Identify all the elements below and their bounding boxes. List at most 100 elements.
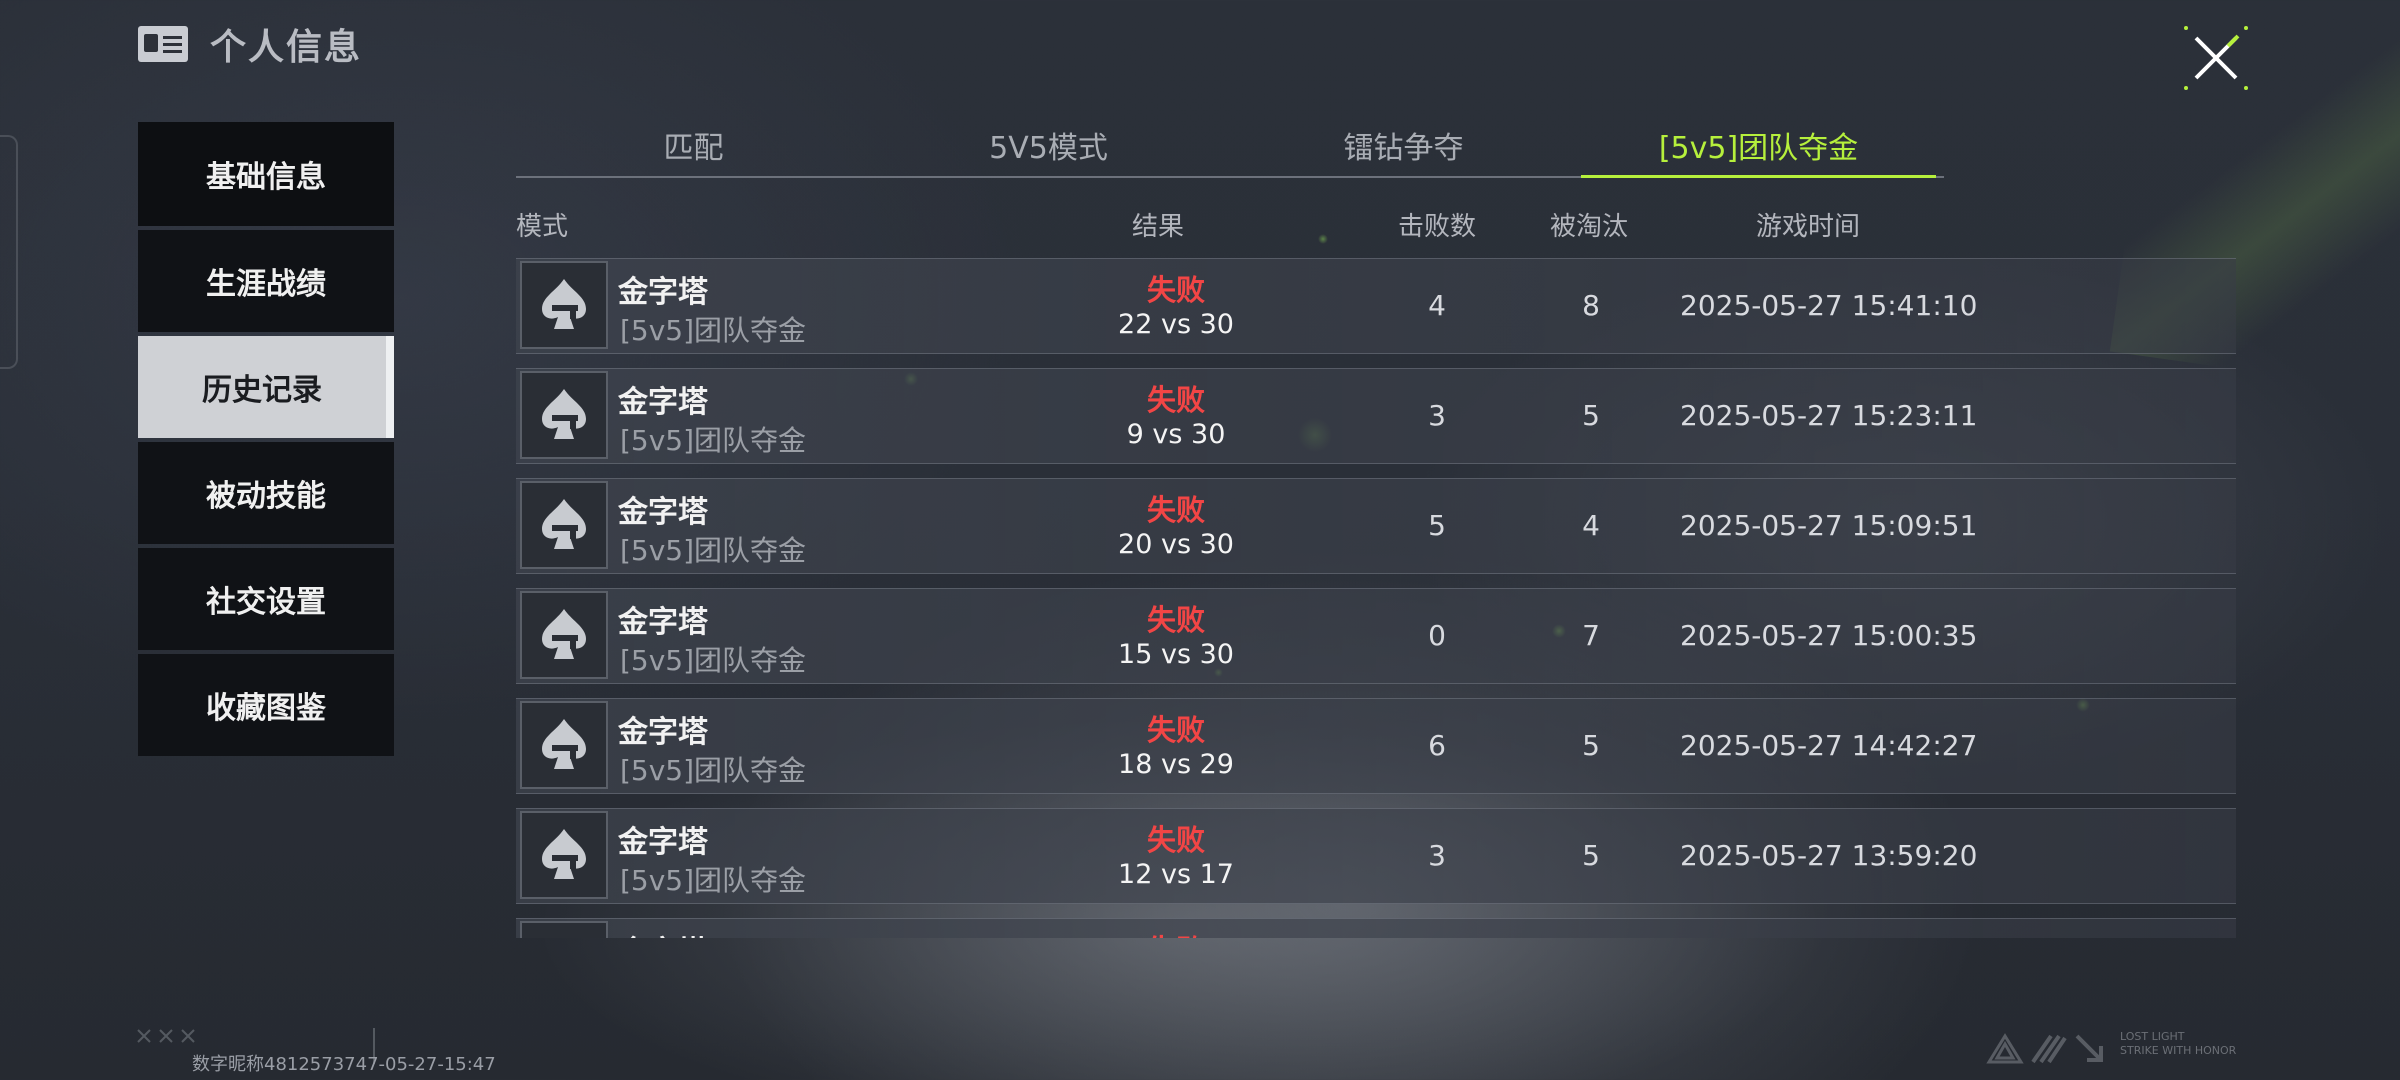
result-score: 12 vs 17 bbox=[1118, 859, 1234, 890]
table-row[interactable]: 金字塔 [5v5]团队夺金 失败 20 vs 30 5 4 2025-05-27… bbox=[516, 478, 2236, 574]
player-watermark: 数字昵称4812573747-05-27-15:47 bbox=[192, 1054, 496, 1075]
deaths-count: 7 bbox=[1582, 619, 1600, 652]
brand-logo-text: LOST LIGHT STRIKE WITH HONOR bbox=[2120, 1030, 2236, 1058]
sidebar-item-label: 收藏图鉴 bbox=[206, 691, 326, 726]
result-cell: 失败 18 vs 29 bbox=[1036, 707, 1316, 780]
spade-gun-icon bbox=[542, 829, 586, 879]
map-name: 金字塔 bbox=[618, 927, 708, 938]
table-header: 模式 结果 击败数 被淘汰 游戏时间 bbox=[516, 200, 2236, 246]
result-score: 15 vs 30 bbox=[1118, 639, 1234, 670]
table-row[interactable]: 金字塔 [5v5]团队夺金 失败 9 vs 30 3 5 2025-05-27 … bbox=[516, 368, 2236, 464]
mode-name: [5v5]团队夺金 bbox=[620, 314, 807, 347]
sidebar-item-label: 基础信息 bbox=[206, 160, 326, 195]
kills-count: 3 bbox=[1428, 399, 1446, 432]
mode-icon-box bbox=[520, 811, 608, 899]
result-cell: 失败 9 vs 30 bbox=[1036, 377, 1316, 450]
kills-count: 6 bbox=[1428, 729, 1446, 762]
table-row[interactable]: 金字塔 [5v5]团队夺金 失败 22 vs 30 4 8 2025-05-27… bbox=[516, 258, 2236, 354]
table-row[interactable]: 金字塔 [5v5]团队夺金 失败 12 vs 17 3 5 2025-05-27… bbox=[516, 808, 2236, 904]
sidebar-item-passive-skills[interactable]: 被动技能 bbox=[138, 442, 394, 544]
tab-match[interactable]: 匹配 bbox=[516, 122, 871, 176]
col-header-kills: 击败数 bbox=[1398, 212, 1477, 242]
result-status: 失败 bbox=[1146, 493, 1205, 527]
game-time: 2025-05-27 15:41:10 bbox=[1680, 289, 1978, 322]
mode-name: [5v5]团队夺金 bbox=[620, 644, 807, 677]
page-header: 个人信息 bbox=[138, 20, 362, 68]
sidebar-item-label: 社交设置 bbox=[206, 585, 326, 620]
brand-line-1: LOST LIGHT bbox=[2120, 1030, 2185, 1043]
spade-gun-icon bbox=[542, 279, 586, 329]
map-name: 金字塔 bbox=[618, 605, 708, 640]
sidebar-item-label: 历史记录 bbox=[202, 373, 322, 408]
game-time: 2025-05-27 14:42:27 bbox=[1680, 729, 1978, 762]
history-list[interactable]: 金字塔 [5v5]团队夺金 失败 22 vs 30 4 8 2025-05-27… bbox=[516, 258, 2236, 938]
spade-gun-icon bbox=[542, 499, 586, 549]
map-name: 金字塔 bbox=[618, 825, 708, 860]
sidebar: 基础信息 生涯战绩 历史记录 被动技能 社交设置 收藏图鉴 bbox=[138, 122, 394, 760]
sidebar-item-basic-info[interactable]: 基础信息 bbox=[138, 122, 394, 226]
game-time: 2025-05-27 15:23:11 bbox=[1680, 399, 1978, 432]
mode-name: [5v5]团队夺金 bbox=[620, 754, 807, 787]
kills-count: 4 bbox=[1428, 289, 1446, 322]
mode-icon-box bbox=[520, 701, 608, 789]
kills-count: 3 bbox=[1428, 839, 1446, 872]
edge-drawer-handle[interactable] bbox=[0, 135, 18, 369]
sidebar-item-collection[interactable]: 收藏图鉴 bbox=[138, 654, 394, 756]
result-cell: 失败 12 vs 17 bbox=[1036, 817, 1316, 890]
spade-gun-icon bbox=[542, 609, 586, 659]
table-row[interactable]: 金字塔 失败 bbox=[516, 918, 2236, 938]
table-row[interactable]: 金字塔 [5v5]团队夺金 失败 18 vs 29 6 5 2025-05-27… bbox=[516, 698, 2236, 794]
result-status: 失败 bbox=[1146, 823, 1205, 857]
result-status: 失败 bbox=[1146, 603, 1205, 637]
tab-5v5-mode[interactable]: 5V5模式 bbox=[871, 122, 1226, 176]
spade-gun-icon bbox=[542, 719, 586, 769]
result-score: 20 vs 30 bbox=[1118, 529, 1234, 560]
result-status: 失败 bbox=[1146, 713, 1205, 747]
mode-icon-box bbox=[520, 371, 608, 459]
deaths-count: 5 bbox=[1582, 729, 1600, 762]
kills-count: 0 bbox=[1428, 619, 1446, 652]
deaths-count: 5 bbox=[1582, 399, 1600, 432]
sidebar-item-label: 被动技能 bbox=[206, 479, 326, 514]
table-row[interactable]: 金字塔 [5v5]团队夺金 失败 15 vs 30 0 7 2025-05-27… bbox=[516, 588, 2236, 684]
mode-icon-box bbox=[520, 921, 608, 938]
mode-icon-box bbox=[520, 261, 608, 349]
result-status: 失败 bbox=[1146, 273, 1205, 307]
sidebar-item-label: 生涯战绩 bbox=[206, 267, 326, 302]
tab-radiant-drill[interactable]: 镭钻争夺 bbox=[1226, 122, 1581, 176]
map-name: 金字塔 bbox=[618, 715, 708, 750]
mode-name: [5v5]团队夺金 bbox=[620, 864, 807, 897]
deaths-count: 4 bbox=[1582, 509, 1600, 542]
mode-icon-box bbox=[520, 481, 608, 569]
col-header-time: 游戏时间 bbox=[1756, 212, 1861, 242]
result-score: 9 vs 30 bbox=[1126, 419, 1226, 450]
page-title: 个人信息 bbox=[210, 27, 363, 68]
mode-tabs: 匹配 5V5模式 镭钻争夺 [5v5]团队夺金 bbox=[516, 122, 1944, 178]
map-name: 金字塔 bbox=[618, 495, 708, 530]
result-score: 18 vs 29 bbox=[1118, 749, 1234, 780]
spade-gun-icon bbox=[542, 389, 586, 439]
tab-5v5-team-gold[interactable]: [5v5]团队夺金 bbox=[1581, 122, 1936, 178]
result-status: 失败 bbox=[1036, 927, 1316, 938]
spade-gun-icon bbox=[534, 935, 594, 938]
close-icon bbox=[2184, 26, 2248, 90]
map-name: 金字塔 bbox=[618, 275, 708, 310]
map-name: 金字塔 bbox=[618, 385, 708, 420]
deaths-count: 8 bbox=[1582, 289, 1600, 322]
mode-icon-box bbox=[520, 591, 608, 679]
sidebar-item-social-settings[interactable]: 社交设置 bbox=[138, 548, 394, 650]
sidebar-item-history[interactable]: 历史记录 bbox=[138, 336, 394, 438]
result-status: 失败 bbox=[1146, 383, 1205, 417]
mode-name: [5v5]团队夺金 bbox=[620, 534, 807, 567]
id-card-icon bbox=[138, 26, 188, 62]
col-header-deaths: 被淘汰 bbox=[1550, 212, 1629, 242]
sidebar-item-career-stats[interactable]: 生涯战绩 bbox=[138, 230, 394, 332]
kills-count: 5 bbox=[1428, 509, 1446, 542]
brand-line-2: STRIKE WITH HONOR bbox=[2120, 1044, 2237, 1057]
col-header-mode: 模式 bbox=[516, 212, 569, 242]
result-score: 22 vs 30 bbox=[1118, 309, 1234, 340]
close-button[interactable] bbox=[2180, 22, 2252, 94]
result-cell: 失败 22 vs 30 bbox=[1036, 267, 1316, 340]
deaths-count: 5 bbox=[1582, 839, 1600, 872]
result-cell: 失败 15 vs 30 bbox=[1036, 597, 1316, 670]
